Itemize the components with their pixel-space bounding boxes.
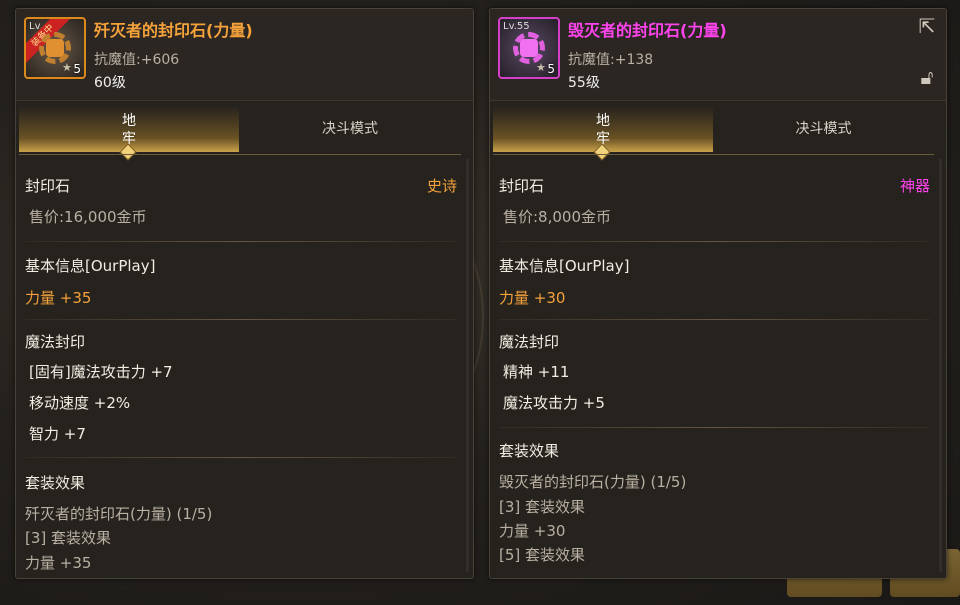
item-category: 封印石: [499, 177, 545, 195]
set-line: 歼灭者的封印石(力量) (1/5): [25, 505, 213, 523]
item-stack-count: 5: [547, 62, 555, 76]
set-line: 力量 +30: [499, 522, 566, 540]
tooltip-header: Lv.55 ★ 5 毁灭者的封印石(力量) 抗魔值:+138 55级 ⇱ 🔓︎: [490, 9, 946, 101]
magic-resist-value: 抗魔值:+138: [568, 52, 654, 68]
tab-duel-mode[interactable]: 决斗模式: [713, 106, 934, 152]
item-icon: Lv.55 ★ 5: [498, 17, 560, 79]
sell-price: 售价:16,000金币: [29, 208, 147, 226]
set-line: 力量 +35: [25, 554, 92, 572]
tab-underline: [19, 154, 461, 155]
magic-seal-title: 魔法封印: [499, 333, 560, 351]
sell-price: 售价:8,000金币: [503, 208, 611, 226]
magic-resist-value: 抗魔值:+606: [94, 52, 180, 68]
section-divider: [499, 319, 930, 320]
fist-icon: [46, 39, 64, 57]
set-line: 毁灭者的封印石(力量) (1/5): [499, 473, 687, 491]
item-level-label: Lv.55: [503, 21, 530, 32]
set-line: [3] 套装效果: [25, 529, 112, 547]
section-divider: [499, 427, 930, 428]
magic-seal-title: 魔法封印: [25, 333, 86, 351]
scrollbar[interactable]: [939, 159, 942, 572]
tab-dungeon[interactable]: 地 牢: [19, 106, 239, 161]
section-divider: [25, 319, 457, 320]
basic-info-title: 基本信息[OurPlay]: [499, 257, 630, 275]
set-line: [5] 套装效果: [499, 546, 586, 564]
star-icon: ★: [536, 61, 546, 74]
basic-info-title: 基本信息[OurPlay]: [25, 257, 156, 275]
magic-stat: 移动速度 +2%: [29, 394, 131, 412]
item-name: 歼灭者的封印石(力量): [94, 21, 253, 40]
fist-icon: [520, 39, 538, 57]
tab-dungeon-label: 地 牢: [122, 113, 136, 147]
item-rarity: 神器: [899, 177, 930, 195]
scrollbar[interactable]: [466, 159, 469, 572]
mode-tabs: 地 牢 决斗模式: [493, 106, 934, 161]
lock-icon[interactable]: 🔓︎: [916, 66, 938, 88]
tab-underline: [493, 154, 934, 155]
item-stack-count: 5: [73, 62, 81, 76]
item-level: 55级: [568, 75, 600, 91]
item-level: 60级: [94, 75, 126, 91]
share-icon[interactable]: ⇱: [916, 15, 938, 37]
mode-tabs: 地 牢 决斗模式: [19, 106, 461, 161]
tab-dungeon[interactable]: 地 牢: [493, 106, 713, 161]
tooltip-header: Lv. 装备中 ★ 5 歼灭者的封印石(力量) 抗魔值:+606 60级: [16, 9, 473, 101]
item-tooltip-compare: Lv.55 ★ 5 毁灭者的封印石(力量) 抗魔值:+138 55级 ⇱ 🔓︎ …: [489, 8, 947, 579]
tab-duel-mode[interactable]: 决斗模式: [239, 106, 461, 152]
item-tooltip-equipped: Lv. 装备中 ★ 5 歼灭者的封印石(力量) 抗魔值:+606 60级 地 牢…: [15, 8, 474, 579]
section-divider: [499, 241, 930, 242]
basic-stat: 力量 +30: [499, 289, 566, 307]
set-effect-title: 套装效果: [499, 442, 560, 460]
item-name: 毁灭者的封印石(力量): [568, 21, 727, 40]
magic-stat: [固有]魔法攻击力 +7: [29, 363, 173, 381]
basic-stat: 力量 +35: [25, 289, 92, 307]
magic-stat: 智力 +7: [29, 425, 86, 443]
set-line: [3] 套装效果: [499, 498, 586, 516]
section-divider: [25, 457, 457, 458]
magic-stat: 魔法攻击力 +5: [503, 394, 605, 412]
item-category: 封印石: [25, 177, 71, 195]
star-icon: ★: [62, 61, 72, 74]
set-effect-title: 套装效果: [25, 474, 86, 492]
item-rarity: 史诗: [426, 177, 457, 195]
section-divider: [25, 241, 457, 242]
magic-stat: 精神 +11: [503, 363, 570, 381]
tab-dungeon-label: 地 牢: [596, 113, 610, 147]
item-icon: Lv. 装备中 ★ 5: [24, 17, 86, 79]
